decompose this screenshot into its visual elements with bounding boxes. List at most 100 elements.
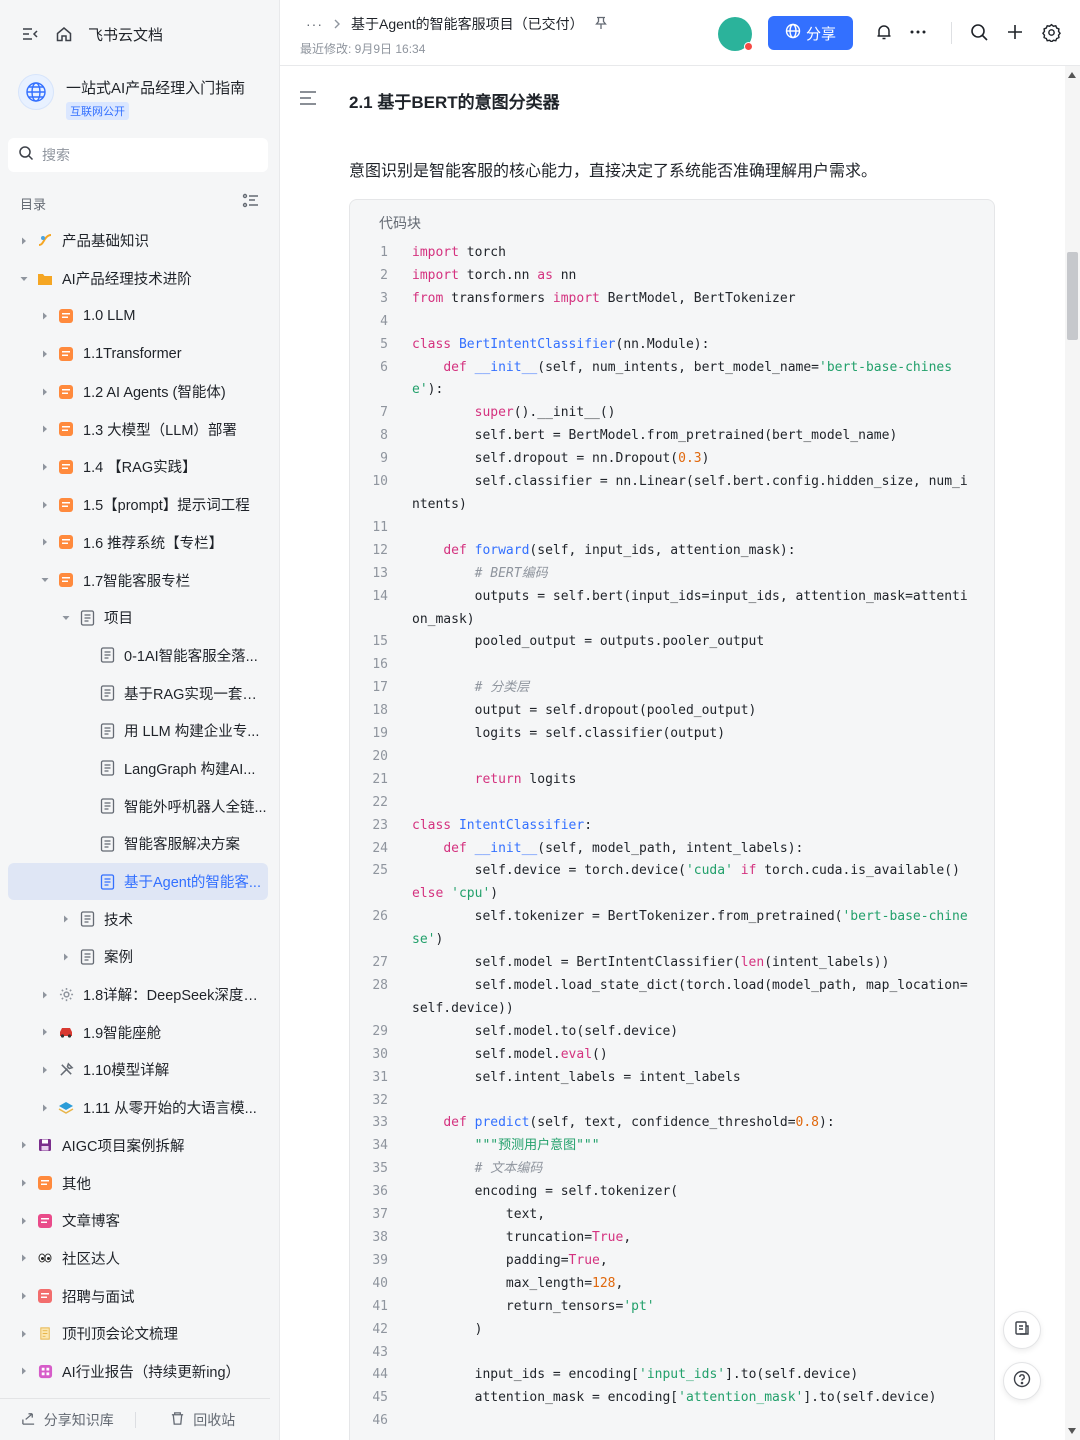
car-icon [57,1023,75,1041]
toc-item[interactable]: 社区达人 [8,1240,268,1278]
code-line: 31 self.intent_labels = intent_labels [350,1067,996,1090]
toc-item[interactable]: 1.7智能客服专栏 [8,561,268,599]
code-line: 14 outputs = self.bert(input_ids=input_i… [350,586,996,632]
chevron-right-icon[interactable] [60,951,72,963]
toc-item[interactable]: 1.1Transformer [8,335,268,373]
toc-item[interactable]: 1.3 大模型（LLM）部署 [8,410,268,448]
trash-button[interactable]: 回收站 [136,1410,271,1430]
toc-item[interactable]: 1.8详解：DeepSeek深度推... [8,976,268,1014]
breadcrumb-more[interactable]: ··· [306,16,323,32]
chevron-right-icon[interactable] [18,1365,30,1377]
toc-item[interactable]: 1.6 推荐系统【专栏】 [8,524,268,562]
comment-button[interactable] [1003,1311,1041,1349]
toc-item[interactable]: 用 LLM 构建企业专... [8,712,268,750]
page-icon [78,948,96,966]
search-placeholder: 搜索 [42,147,70,163]
more-icon[interactable] [907,21,929,43]
bell-icon[interactable] [873,21,895,43]
chevron-right-icon[interactable] [39,423,51,435]
plus-icon[interactable] [1004,21,1026,43]
line-number: 6 [380,359,388,375]
chevron-right-icon[interactable] [39,461,51,473]
search-icon[interactable] [968,21,990,43]
toc-item[interactable]: 1.2 AI Agents (智能体) [8,373,268,411]
doc-icon [57,420,75,438]
avatar[interactable] [718,17,753,51]
chevron-right-icon[interactable] [18,1139,30,1151]
toc-item[interactable]: LangGraph 构建AI... [8,750,268,788]
code-text: self.intent_labels = intent_labels [412,1069,741,1085]
globe-icon [18,74,54,110]
toc-item-active[interactable]: 基于Agent的智能客... [8,862,268,901]
toc-item[interactable]: 产品基础知识 [8,222,268,260]
code-line: 5 class BertIntentClassifier(nn.Module): [350,334,996,357]
chevron-right-icon[interactable] [18,235,30,247]
chevron-right-icon[interactable] [39,499,51,511]
app-brand[interactable]: 飞书云文档 [88,24,163,45]
toc-item[interactable]: 文章博客 [8,1202,268,1240]
list-settings-icon[interactable] [242,192,260,215]
chevron-right-icon[interactable] [39,1102,51,1114]
scroll-down-icon[interactable] [1068,1428,1076,1434]
toc-item[interactable]: AI行业报告（持续更新ing） [8,1353,268,1391]
toc-item-label: 社区达人 [62,1251,120,1268]
toc-item[interactable]: 0-1AI智能客服全落... [8,637,268,675]
chevron-right-icon[interactable] [39,536,51,548]
chevron-right-icon[interactable] [39,348,51,360]
chevron-right-icon[interactable] [18,1177,30,1189]
chevron-right-icon[interactable] [18,1328,30,1340]
line-number: 36 [372,1184,388,1200]
chevron-right-icon[interactable] [39,1064,51,1076]
collapse-sidebar-icon[interactable] [20,24,40,44]
toc-item[interactable]: 顶刊顶会论文梳理 [8,1315,268,1353]
chevron-right-icon[interactable] [60,913,72,925]
code-block[interactable]: 代码块 1 import torch 2 import torch.nn as nn 3… [349,199,995,1440]
toc-item[interactable]: 1.0 LLM [8,297,268,335]
scrollbar-thumb[interactable] [1067,252,1078,340]
code-line: 23 class IntentClassifier: [350,815,996,838]
knowledge-base-title: 一站式AI产品经理入门指南 [66,80,246,97]
chevron-right-icon[interactable] [18,1290,30,1302]
help-button[interactable] [1003,1362,1041,1400]
chevron-down-icon[interactable] [18,273,30,285]
share-knowledge-base-button[interactable]: 分享知识库 [0,1410,135,1430]
toc-item[interactable]: 1.4 【RAG实践】 [8,448,268,486]
code-text: def __init__(self, num_intents, bert_mod… [412,359,953,398]
pin-icon[interactable] [594,16,608,33]
gear-icon[interactable] [1040,21,1062,43]
search-input[interactable]: 搜索 [8,138,268,172]
chevron-right-icon[interactable] [39,989,51,1001]
outline-icon[interactable] [299,90,317,111]
chevron-right-icon[interactable] [18,1252,30,1264]
toc-item[interactable]: 1.11 从零开始的大语言模... [8,1089,268,1127]
chevron-right-icon[interactable] [39,386,51,398]
scroll-up-icon[interactable] [1068,72,1076,78]
scrollbar[interactable] [1065,66,1080,1440]
share-button[interactable]: 分享 [768,16,853,50]
toc-item[interactable]: 基于RAG实现一套企... [8,674,268,712]
doc-title[interactable]: 基于Agent的智能客服项目（已交付） [351,14,584,34]
chevron-right-icon[interactable] [39,1026,51,1038]
toc-item[interactable]: 招聘与面试 [8,1277,268,1315]
chevron-down-icon[interactable] [39,574,51,586]
line-number: 27 [372,955,388,971]
home-icon[interactable] [54,24,74,44]
toc-item[interactable]: 其他 [8,1164,268,1202]
toc-item[interactable]: 智能外呼机器人全链... [8,787,268,825]
line-number: 43 [372,1344,388,1360]
toc-item[interactable]: 1.10模型详解 [8,1051,268,1089]
chevron-right-icon[interactable] [39,310,51,322]
toc-item[interactable]: AIGC项目案例拆解 [8,1127,268,1165]
toc-item[interactable]: 技术 [8,900,268,938]
toc-item[interactable]: 案例 [8,938,268,976]
toc-item[interactable]: 智能客服解决方案 [8,825,268,863]
knowledge-base-header[interactable]: 一站式AI产品经理入门指南 互联网公开 [18,74,245,120]
toc-item-label: 文章博客 [62,1214,120,1231]
chevron-right-icon[interactable] [18,1215,30,1227]
toc-item[interactable]: 1.5【prompt】提示词工程 [8,486,268,524]
chevron-down-icon[interactable] [60,612,72,624]
toc-item[interactable]: 1.9智能座舱 [8,1013,268,1051]
last-modified: 最近修改: 9月9日 16:34 [300,42,426,56]
toc-item[interactable]: 项目 [8,599,268,637]
toc-item[interactable]: AI产品经理技术进阶 [8,260,268,298]
